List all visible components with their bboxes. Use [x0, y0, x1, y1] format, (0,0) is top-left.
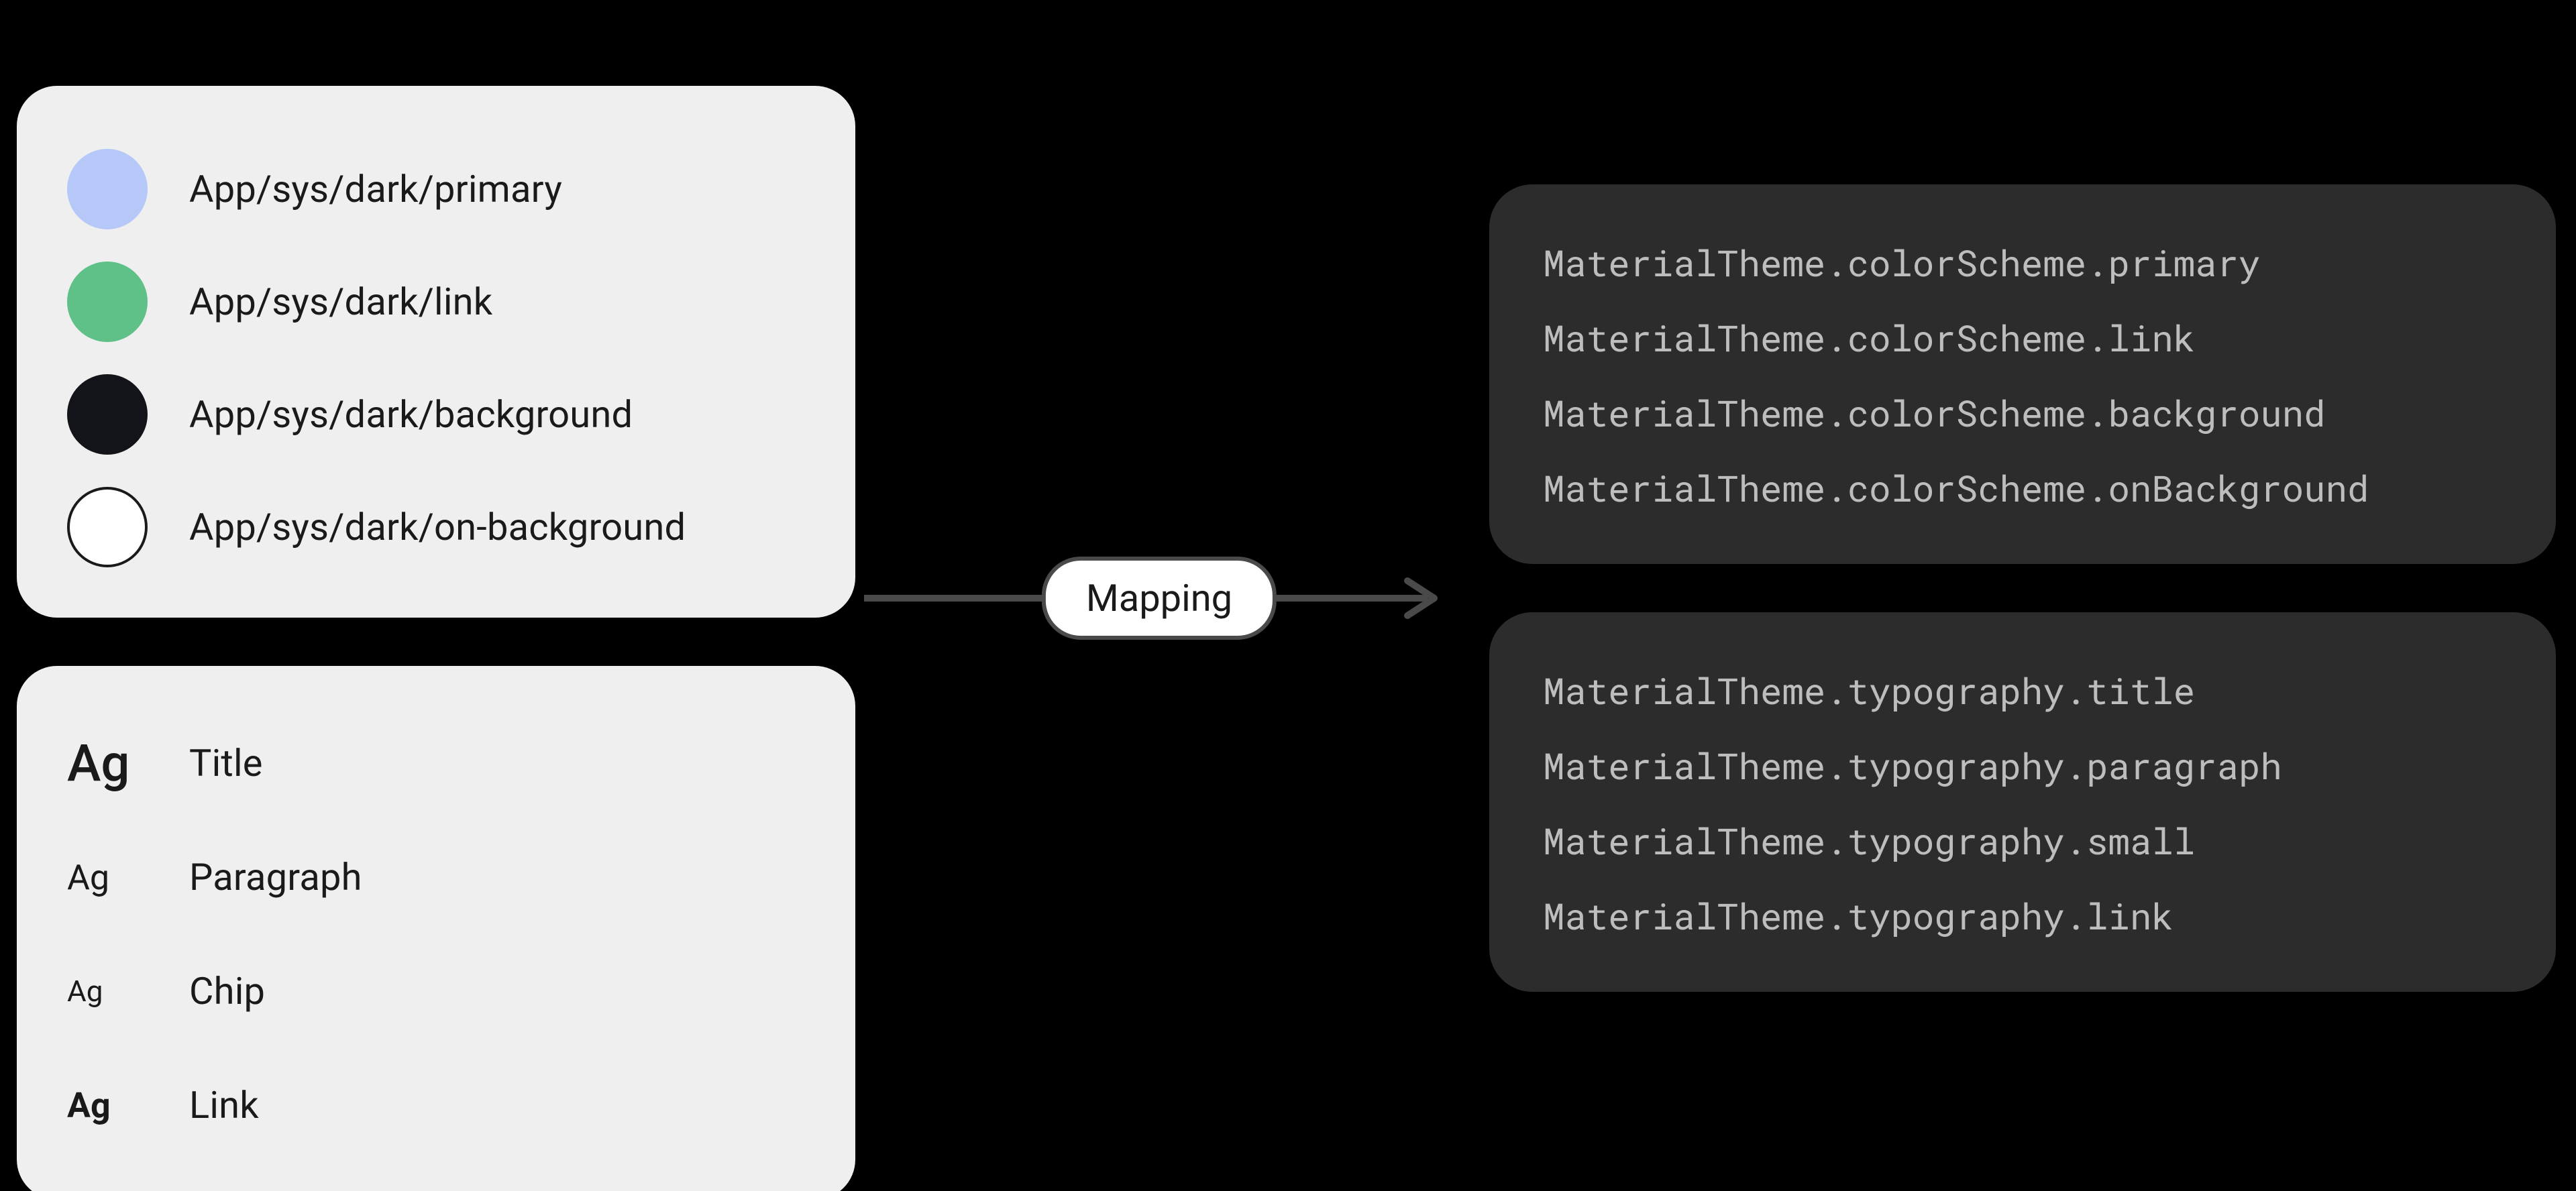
code-colorscheme-card: MaterialTheme.colorScheme.primary Materi… [1489, 184, 2556, 564]
code-line: MaterialTheme.colorScheme.onBackground [1543, 450, 2502, 525]
design-tokens-typography-card: Ag Title Ag Paragraph Ag Chip Ag Link [17, 666, 855, 1191]
type-glyph-chip: Ag [67, 974, 148, 1009]
type-token-label: Chip [189, 969, 265, 1013]
swatch-link [67, 262, 148, 342]
code-line: MaterialTheme.typography.link [1543, 878, 2502, 953]
type-token-row: Ag Chip [67, 934, 805, 1048]
diagram-canvas: App/sys/dark/primary App/sys/dark/link A… [0, 0, 2576, 1191]
color-token-label: App/sys/dark/primary [189, 167, 562, 211]
color-token-label: App/sys/dark/link [189, 280, 492, 324]
code-line: MaterialTheme.typography.small [1543, 803, 2502, 878]
code-line: MaterialTheme.typography.paragraph [1543, 728, 2502, 803]
type-token-label: Title [189, 741, 263, 785]
swatch-background [67, 374, 148, 455]
design-tokens-colors-card: App/sys/dark/primary App/sys/dark/link A… [17, 86, 855, 618]
type-token-row: Ag Title [67, 706, 805, 820]
color-token-label: App/sys/dark/on-background [189, 505, 686, 549]
color-token-label: App/sys/dark/background [189, 392, 633, 437]
color-token-row: App/sys/dark/background [67, 358, 805, 471]
code-line: MaterialTheme.colorScheme.primary [1543, 225, 2502, 300]
color-token-row: App/sys/dark/on-background [67, 471, 805, 583]
type-token-label: Link [189, 1083, 259, 1127]
type-token-label: Paragraph [189, 855, 362, 899]
swatch-primary [67, 149, 148, 229]
type-glyph-paragraph: Ag [67, 857, 148, 898]
code-line: MaterialTheme.colorScheme.link [1543, 300, 2502, 375]
code-line: MaterialTheme.colorScheme.background [1543, 375, 2502, 450]
type-glyph-link: Ag [67, 1085, 148, 1126]
mapping-pill: Mapping [1042, 557, 1277, 640]
code-typography-card: MaterialTheme.typography.title MaterialT… [1489, 612, 2556, 992]
type-token-row: Ag Paragraph [67, 820, 805, 934]
mapping-connector: Mapping [864, 571, 1454, 625]
color-token-row: App/sys/dark/link [67, 245, 805, 358]
code-line: MaterialTheme.typography.title [1543, 653, 2502, 728]
swatch-on-background [67, 487, 148, 567]
type-glyph-title: Ag [67, 733, 148, 793]
color-token-row: App/sys/dark/primary [67, 133, 805, 245]
type-token-row: Ag Link [67, 1048, 805, 1162]
